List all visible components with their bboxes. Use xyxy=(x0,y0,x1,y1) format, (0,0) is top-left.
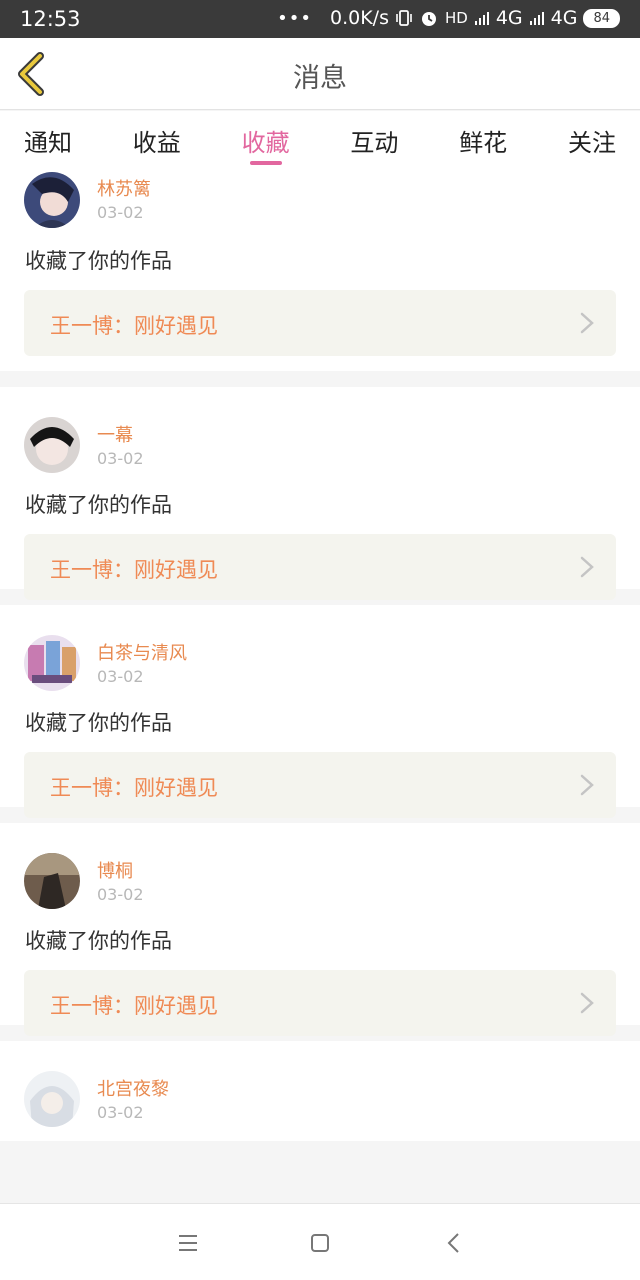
tab-earnings[interactable]: 收益 xyxy=(133,111,181,169)
action-text: 收藏了你的作品 xyxy=(25,493,172,517)
list-item: 林苏篱 03-02 收藏了你的作品 王一博：刚好遇见 xyxy=(0,169,640,371)
system-nav-bar xyxy=(0,1203,640,1280)
username[interactable]: 博桐 xyxy=(97,857,133,883)
status-time: 12:53 xyxy=(20,7,81,31)
tab-flowers[interactable]: 鲜花 xyxy=(459,111,507,169)
username[interactable]: 白茶与清风 xyxy=(97,639,187,665)
list-item: 博桐 03-02 收藏了你的作品 王一博：刚好遇见 xyxy=(0,823,640,1036)
network-type-2: 4G xyxy=(550,7,578,29)
vibrate-icon xyxy=(396,10,412,26)
work-title: 王一博：刚好遇见 xyxy=(50,558,218,582)
status-icons: ••• 0.0K/s HD 4G 4G 84 xyxy=(277,7,620,29)
timestamp: 03-02 xyxy=(97,667,144,686)
signal-icon-2 xyxy=(529,12,544,25)
network-speed: 0.0K/s xyxy=(330,7,389,29)
work-link[interactable]: 王一博：刚好遇见 xyxy=(24,752,616,818)
message-list: 林苏篱 03-02 收藏了你的作品 王一博：刚好遇见 一幕 03-02 收藏了你… xyxy=(0,169,640,1203)
username[interactable]: 北宫夜黎 xyxy=(97,1075,169,1101)
work-link[interactable]: 王一博：刚好遇见 xyxy=(24,970,616,1036)
page-title: 消息 xyxy=(293,63,347,94)
menu-icon[interactable] xyxy=(175,1230,201,1256)
tab-notifications[interactable]: 通知 xyxy=(24,111,72,169)
username[interactable]: 一幕 xyxy=(97,421,133,447)
avatar[interactable] xyxy=(24,172,80,228)
more-dots-icon: ••• xyxy=(277,7,312,29)
battery-icon: 84 xyxy=(583,8,620,28)
work-link[interactable]: 王一博：刚好遇见 xyxy=(24,534,616,600)
header: 消息 xyxy=(0,38,640,110)
list-item: 白茶与清风 03-02 收藏了你的作品 王一博：刚好遇见 xyxy=(0,605,640,818)
list-item: 北宫夜黎 03-02 xyxy=(0,1041,640,1141)
timestamp: 03-02 xyxy=(97,203,144,222)
network-type-1: 4G xyxy=(495,7,523,29)
back-icon[interactable] xyxy=(441,1230,467,1256)
work-title: 王一博：刚好遇见 xyxy=(50,314,218,338)
tab-favorites[interactable]: 收藏 xyxy=(242,111,290,169)
signal-icon xyxy=(474,12,489,25)
home-icon[interactable] xyxy=(307,1230,333,1256)
list-item: 一幕 03-02 收藏了你的作品 王一博：刚好遇见 xyxy=(0,387,640,600)
work-link[interactable]: 王一博：刚好遇见 xyxy=(24,290,616,356)
action-text: 收藏了你的作品 xyxy=(25,929,172,953)
timestamp: 03-02 xyxy=(97,1103,144,1122)
action-text: 收藏了你的作品 xyxy=(25,249,172,273)
tab-bar: 通知 收益 收藏 互动 鲜花 关注 xyxy=(0,111,640,169)
status-bar: 12:53 ••• 0.0K/s HD 4G 4G 84 xyxy=(0,0,640,38)
timestamp: 03-02 xyxy=(97,449,144,468)
chevron-right-icon xyxy=(580,556,594,578)
avatar[interactable] xyxy=(24,635,80,691)
avatar[interactable] xyxy=(24,1071,80,1127)
work-title: 王一博：刚好遇见 xyxy=(50,994,218,1018)
hd-label: HD xyxy=(444,9,468,27)
alarm-icon xyxy=(421,12,436,26)
tab-interactions[interactable]: 互动 xyxy=(350,111,398,169)
chevron-right-icon xyxy=(580,774,594,796)
action-text: 收藏了你的作品 xyxy=(25,711,172,735)
tab-follows[interactable]: 关注 xyxy=(568,111,616,169)
username[interactable]: 林苏篱 xyxy=(97,175,151,201)
work-title: 王一博：刚好遇见 xyxy=(50,776,218,800)
avatar[interactable] xyxy=(24,417,80,473)
timestamp: 03-02 xyxy=(97,885,144,904)
avatar[interactable] xyxy=(24,853,80,909)
chevron-right-icon xyxy=(580,992,594,1014)
chevron-right-icon xyxy=(580,312,594,334)
